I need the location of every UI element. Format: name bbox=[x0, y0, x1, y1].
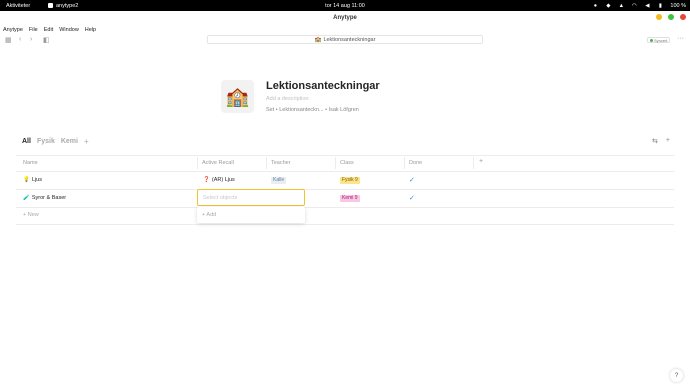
shield-icon[interactable]: ▲ bbox=[618, 3, 624, 9]
menu-anytype[interactable]: Anytype bbox=[3, 27, 23, 33]
volume-icon[interactable]: ◀ bbox=[644, 3, 650, 9]
column-divider[interactable] bbox=[335, 157, 336, 169]
menu-window[interactable]: Window bbox=[59, 27, 79, 33]
row-name: Ljus bbox=[31, 177, 42, 183]
select-objects-input[interactable]: Select objects bbox=[197, 189, 305, 206]
new-row-button[interactable]: + New bbox=[23, 212, 39, 218]
settings-sliders-icon[interactable]: ⇆ bbox=[652, 137, 658, 145]
lightbulb-icon: 💡 bbox=[23, 177, 30, 183]
system-top-bar: Aktiviteter anytype2 tor 14 aug 11:00 ● … bbox=[0, 0, 690, 11]
class-cell[interactable]: Kemi 9 bbox=[340, 195, 360, 202]
select-objects-placeholder: Select objects bbox=[203, 195, 238, 201]
view-tabs: All Fysik Kemi + bbox=[22, 137, 89, 146]
dropbox-icon[interactable]: ◆ bbox=[605, 3, 611, 9]
column-header-teacher[interactable]: Teacher bbox=[271, 160, 291, 166]
description-field[interactable]: Add a description bbox=[266, 96, 309, 102]
teacher-cell[interactable]: Kalle bbox=[271, 177, 287, 184]
table-top-border bbox=[16, 155, 674, 156]
activities-button[interactable]: Aktiviteter bbox=[6, 3, 30, 9]
column-header-active-recall[interactable]: Active Recall bbox=[202, 160, 234, 166]
battery-icon[interactable]: ▮ bbox=[657, 3, 663, 9]
test-tube-icon: 🧪 bbox=[23, 195, 30, 201]
class-cell[interactable]: Fysik 9 bbox=[340, 177, 360, 184]
done-cell[interactable]: ✓ bbox=[409, 176, 415, 184]
table-bottom-border bbox=[16, 224, 674, 225]
tab-all[interactable]: All bbox=[22, 138, 31, 145]
page-title[interactable]: Lektionsanteckningar bbox=[266, 80, 380, 92]
menu-bar: Anytype File Edit Window Help bbox=[0, 25, 690, 34]
sync-status-badge[interactable]: Synced bbox=[647, 37, 671, 43]
help-button[interactable]: ? bbox=[670, 369, 683, 382]
column-divider[interactable] bbox=[197, 157, 198, 169]
window-controls bbox=[656, 14, 686, 20]
grid-icon[interactable]: ▦ bbox=[5, 36, 12, 44]
tab-kemi[interactable]: Kemi bbox=[61, 138, 78, 145]
close-button[interactable] bbox=[680, 14, 686, 20]
back-arrow-icon[interactable]: ‹ bbox=[19, 36, 21, 43]
table-row-border bbox=[16, 207, 674, 208]
active-app-name: anytype2 bbox=[56, 2, 79, 9]
menu-edit[interactable]: Edit bbox=[44, 27, 53, 33]
add-object-button[interactable]: + Add bbox=[202, 212, 216, 218]
active-recall-cell[interactable]: ❓ (AR) Ljus bbox=[203, 177, 235, 183]
objects-dropdown: + Add bbox=[197, 207, 305, 223]
sync-dot-icon bbox=[650, 38, 653, 42]
address-bar[interactable]: 🏫 Lektionsanteckningar bbox=[207, 35, 483, 44]
checkmark-icon: ✓ bbox=[409, 195, 415, 202]
forward-arrow-icon[interactable]: › bbox=[30, 36, 32, 43]
table-row-border bbox=[16, 189, 674, 190]
column-header-class[interactable]: Class bbox=[340, 160, 354, 166]
done-cell[interactable]: ✓ bbox=[409, 194, 415, 202]
recall-link: (AR) Ljus bbox=[211, 177, 235, 183]
column-divider[interactable] bbox=[266, 157, 267, 169]
address-text: Lektionsanteckningar bbox=[323, 36, 376, 43]
window-title: Anytype bbox=[0, 11, 690, 25]
more-options-icon[interactable]: ··· bbox=[677, 35, 684, 42]
object-meta[interactable]: Set • Lektionsanteckn... • Isak Löfgren bbox=[266, 107, 359, 113]
clock[interactable]: tor 14 aug 11:00 bbox=[0, 3, 690, 9]
class-tag: Fysik 9 bbox=[340, 177, 360, 184]
sidebar-toggle-icon[interactable]: ◧ bbox=[43, 36, 50, 44]
checkmark-icon: ✓ bbox=[409, 177, 415, 184]
view-controls: ⇆ + bbox=[652, 137, 670, 145]
table-header-border bbox=[16, 171, 674, 172]
active-app-indicator[interactable]: anytype2 bbox=[48, 3, 78, 9]
battery-level: 100 % bbox=[670, 2, 686, 9]
notification-icon[interactable]: ● bbox=[592, 3, 598, 9]
sync-status-text: Synced bbox=[654, 37, 668, 43]
row-name: Syror & Baser bbox=[31, 195, 67, 201]
tab-fysik[interactable]: Fysik bbox=[37, 138, 55, 145]
wifi-icon[interactable]: ◠ bbox=[631, 3, 637, 9]
system-tray[interactable]: ● ◆ ▲ ◠ ◀ ▮ 100 % bbox=[592, 3, 686, 9]
table-row[interactable]: 💡 Ljus bbox=[23, 177, 42, 183]
object-icon[interactable]: 🏫 bbox=[221, 80, 254, 113]
add-object-icon[interactable]: + bbox=[666, 137, 670, 145]
app-icon bbox=[48, 3, 53, 8]
add-view-button[interactable]: + bbox=[84, 137, 89, 146]
column-divider[interactable] bbox=[473, 157, 474, 169]
teacher-tag: Kalle bbox=[271, 177, 287, 184]
column-header-done[interactable]: Done bbox=[409, 160, 422, 166]
column-divider[interactable] bbox=[404, 157, 405, 169]
menu-help[interactable]: Help bbox=[85, 27, 96, 33]
menu-file[interactable]: File bbox=[29, 27, 38, 33]
navigation-bar: ▦ ‹ › ◧ 🏫 Lektionsanteckningar Synced ··… bbox=[0, 34, 690, 47]
column-header-name[interactable]: Name bbox=[23, 160, 38, 166]
minimize-button[interactable] bbox=[656, 14, 662, 20]
add-column-button[interactable]: + bbox=[479, 158, 483, 165]
table-row[interactable]: 🧪 Syror & Baser bbox=[23, 195, 66, 201]
question-icon: ❓ bbox=[203, 177, 210, 183]
school-icon: 🏫 bbox=[314, 36, 322, 43]
class-tag: Kemi 9 bbox=[340, 195, 360, 202]
maximize-button[interactable] bbox=[668, 14, 674, 20]
